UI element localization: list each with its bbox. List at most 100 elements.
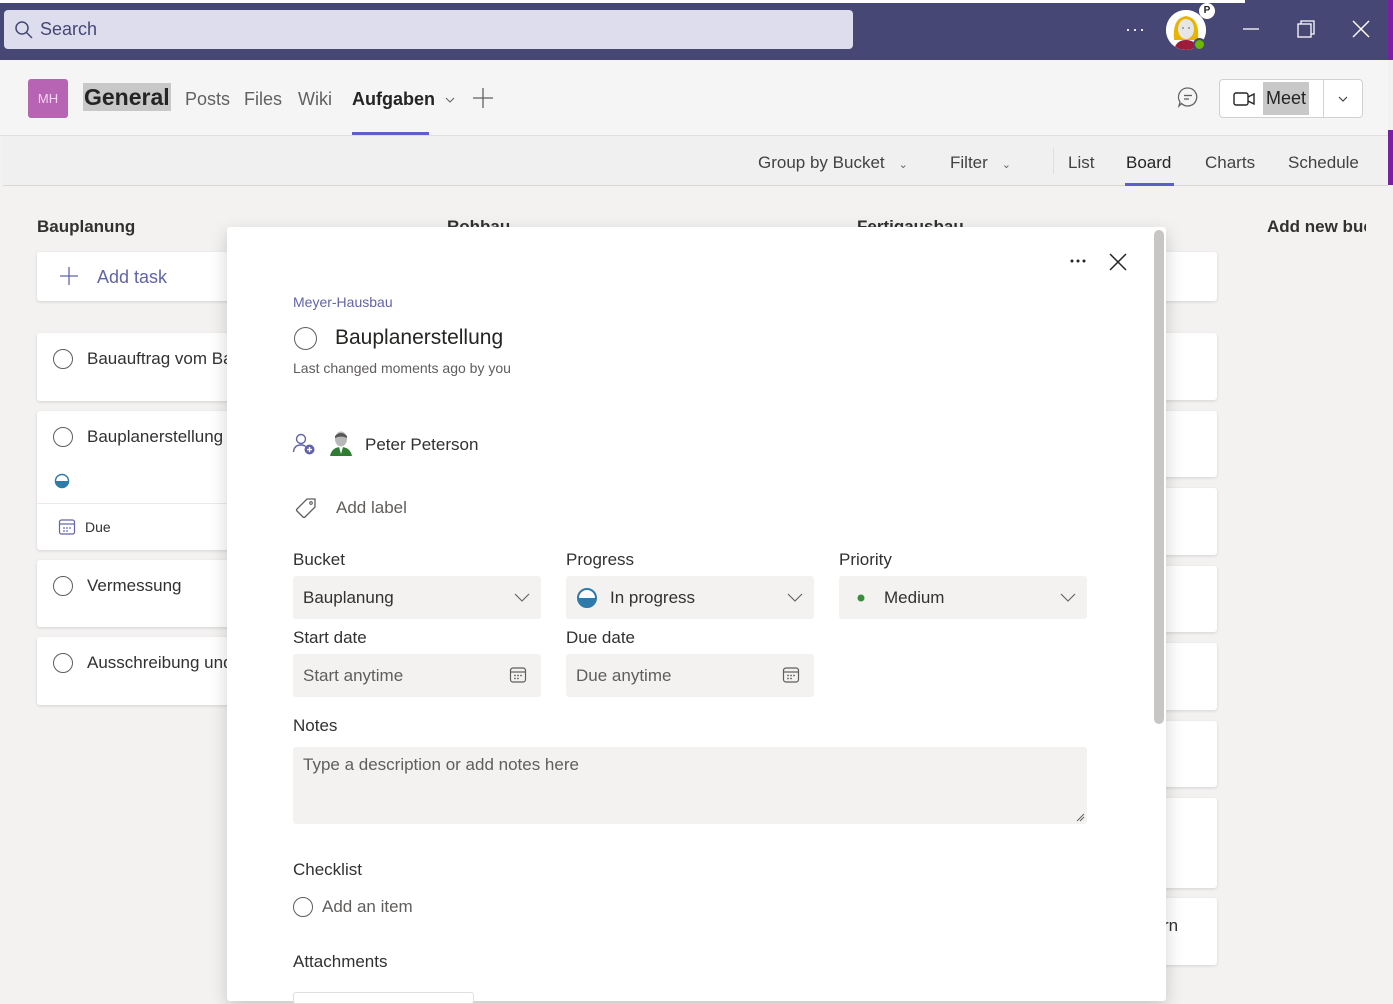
view-list[interactable]: List [1068, 153, 1094, 173]
progress-value: In progress [610, 587, 696, 607]
dialog-scrollbar[interactable] [1154, 230, 1164, 724]
team-avatar[interactable]: MH [28, 79, 68, 118]
complete-task-checkbox[interactable] [53, 427, 73, 447]
bucket-value: Bauplanung [303, 587, 394, 607]
dialog-close-button[interactable] [1108, 252, 1128, 277]
tab-aufgaben[interactable]: Aufgaben [352, 89, 456, 110]
bucket-dropdown[interactable]: Bauplanung [293, 576, 541, 619]
in-progress-icon [577, 587, 597, 608]
meet-split-button: Meet [1219, 79, 1363, 118]
calendar-icon [782, 667, 800, 683]
search-placeholder: Search [40, 19, 98, 39]
tab-posts[interactable]: Posts [185, 89, 230, 110]
assignee-avatar[interactable] [329, 430, 353, 461]
conversation-button[interactable] [1176, 85, 1200, 114]
task-card[interactable]: Bauauftrag vom Bauherrn [37, 333, 282, 401]
chevron-down-icon [445, 97, 455, 103]
chevron-down-icon [1338, 96, 1348, 102]
last-changed-text: Last changed moments ago by you [293, 360, 511, 376]
tab-wiki[interactable]: Wiki [298, 89, 332, 110]
add-tab-button[interactable] [472, 84, 494, 116]
chevron-down-icon [1060, 593, 1076, 602]
task-card-title: Vermessung [87, 576, 182, 595]
task-card[interactable]: Ausschreibung und Vergabe [37, 637, 237, 705]
user-avatar-button[interactable]: P [1166, 3, 1215, 51]
due-label: Due [85, 519, 111, 535]
tab-aufgaben-label: Aufgaben [352, 89, 435, 109]
in-progress-icon [54, 473, 70, 489]
plan-name: Meyer-Hausbau [293, 294, 393, 310]
task-card[interactable]: Bauplanerstellung Due [37, 411, 237, 550]
minimize-button[interactable] [1236, 14, 1266, 44]
view-schedule[interactable]: Schedule [1288, 153, 1359, 173]
add-person-icon [292, 433, 315, 455]
add-task-button[interactable]: Add task [37, 252, 237, 301]
group-by-label: Group by Bucket [758, 153, 885, 172]
meet-dropdown-button[interactable] [1324, 80, 1362, 117]
window-edge [1388, 0, 1393, 60]
video-camera-icon [1233, 91, 1255, 106]
progress-dropdown[interactable]: In progress [566, 576, 814, 619]
add-task-label: Add task [97, 267, 168, 287]
add-attachment-button[interactable] [293, 992, 474, 1004]
assign-button[interactable] [292, 432, 316, 461]
task-card-title: Ausschreibung und Vergabe [87, 653, 237, 672]
chat-icon [1177, 87, 1198, 109]
priority-label: Priority [839, 550, 892, 569]
user-initial-badge: P [1199, 3, 1215, 19]
more-horizontal-icon [1070, 259, 1086, 263]
checklist-item-checkbox[interactable] [293, 897, 313, 917]
chevron-down-icon: ⌄ [1001, 159, 1011, 171]
view-board[interactable]: Board [1126, 153, 1171, 173]
calendar-icon [509, 667, 527, 683]
close-icon [1109, 253, 1127, 271]
card-divider [37, 503, 237, 504]
progress-label: Progress [566, 550, 635, 569]
notes-textarea[interactable]: Type a description or add notes here [293, 747, 1087, 824]
active-tab-indicator [352, 132, 429, 135]
toolbar-divider [1053, 148, 1054, 174]
complete-task-checkbox[interactable] [53, 576, 73, 596]
complete-task-checkbox[interactable] [53, 349, 73, 369]
medium-priority-dot-icon [857, 594, 865, 601]
view-charts[interactable]: Charts [1205, 153, 1255, 173]
dialog-more-button[interactable] [1069, 251, 1087, 269]
filter-label: Filter [950, 153, 988, 172]
start-date-picker[interactable]: Start anytime [293, 654, 541, 697]
more-options-button[interactable]: ··· [1125, 19, 1146, 40]
plus-icon [60, 267, 78, 285]
add-label-button[interactable]: Add label [336, 498, 407, 518]
due-date-label: Due date [566, 628, 635, 647]
due-date-placeholder: Due anytime [576, 665, 672, 685]
planner-toolbar: Group by Bucket ⌄ Filter ⌄ List Board Char… [3, 136, 1388, 186]
start-date-label: Start date [293, 628, 367, 647]
title-bar: Search ··· P [0, 0, 1393, 60]
complete-task-checkbox[interactable] [53, 653, 73, 673]
priority-dropdown[interactable]: Medium [839, 576, 1087, 619]
restore-button[interactable] [1291, 14, 1321, 44]
assignee-name[interactable]: Peter Peterson [365, 435, 478, 455]
add-checklist-item-input[interactable]: Add an item [322, 897, 413, 917]
group-by-dropdown[interactable]: Group by Bucket ⌄ [758, 153, 908, 173]
task-title-input[interactable]: Bauplanerstellung [335, 326, 503, 350]
task-card[interactable]: Vermessung [37, 560, 237, 627]
bucket-label: Bucket [293, 550, 345, 569]
complete-task-checkbox[interactable] [294, 327, 317, 350]
checklist-label: Checklist [293, 860, 362, 879]
filter-dropdown[interactable]: Filter ⌄ [950, 153, 1011, 173]
notes-placeholder: Type a description or add notes here [303, 755, 579, 774]
chevron-down-icon [514, 593, 530, 602]
tab-files[interactable]: Files [244, 89, 282, 110]
search-input[interactable]: Search [4, 10, 853, 49]
window-edge [1388, 130, 1393, 185]
resize-handle-icon[interactable] [1075, 812, 1085, 822]
add-label-icon-button[interactable] [294, 497, 318, 526]
notes-label: Notes [293, 716, 338, 735]
add-new-bucket[interactable]: Add new bucket [1267, 217, 1366, 237]
meet-button[interactable]: Meet [1220, 80, 1324, 117]
due-date-picker[interactable]: Due anytime [566, 654, 814, 697]
plus-icon [473, 88, 493, 108]
bucket-title[interactable]: Bauplanung [37, 217, 135, 237]
close-window-button[interactable] [1346, 14, 1376, 44]
title-bar-top-edge [0, 0, 1245, 3]
